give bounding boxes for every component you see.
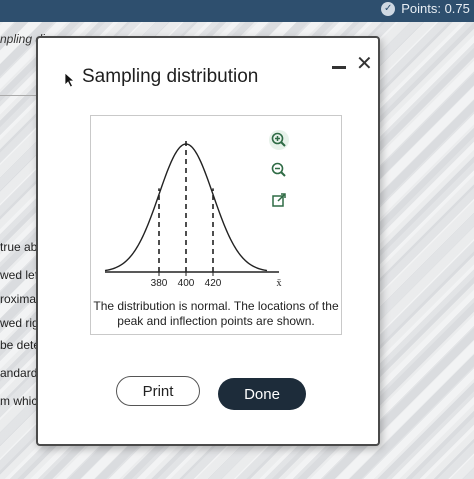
x-tick-label: 380: [151, 278, 168, 286]
zoom-in-button[interactable]: [267, 128, 291, 152]
zoom-out-icon: [271, 162, 286, 177]
background-option: be dete: [0, 338, 41, 352]
check-icon: ✓: [381, 1, 396, 16]
points-indicator: ✓ Points: 0.75 c: [381, 1, 474, 16]
dialog-title: Sampling distribution: [82, 66, 259, 87]
zoom-out-button[interactable]: [267, 158, 291, 182]
pop-out-button[interactable]: [267, 188, 291, 212]
top-bar: ✓ Points: 0.75 c: [0, 0, 474, 22]
background-option: andard: [0, 366, 38, 380]
figure-caption: The distribution is normal. The location…: [93, 299, 339, 328]
close-button[interactable]: ✕: [356, 54, 373, 74]
x-axis-label: x̄: [277, 278, 282, 286]
zoom-in-icon: [269, 130, 289, 150]
background-option: true ab: [0, 240, 38, 254]
pop-out-icon: [272, 193, 286, 207]
x-tick-label: 420: [205, 278, 222, 286]
minimize-button[interactable]: [332, 66, 346, 69]
points-text: Points: 0.75 c: [401, 1, 474, 16]
done-button[interactable]: Done: [218, 378, 306, 410]
sampling-distribution-dialog: Sampling distribution ✕ 380 400 420 x̄ T…: [36, 36, 380, 446]
x-tick-label: 400: [178, 278, 195, 286]
normal-curve-chart: 380 400 420 x̄: [104, 138, 282, 286]
mouse-cursor-icon: [64, 72, 76, 88]
print-button[interactable]: Print: [116, 376, 200, 406]
